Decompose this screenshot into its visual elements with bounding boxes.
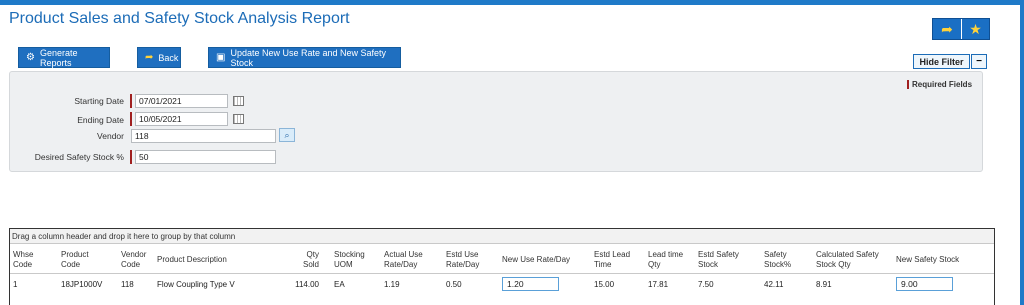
save-icon: ▣ — [216, 52, 226, 63]
starting-date-label: Starting Date — [74, 96, 124, 106]
back-label: Back — [158, 52, 179, 63]
cell-actual: 1.19 — [384, 280, 400, 289]
safety-stock-input[interactable]: 50 — [135, 150, 276, 164]
calendar-icon[interactable] — [233, 114, 244, 124]
cell-calc-safety: 8.91 — [816, 280, 832, 289]
col-header-desc[interactable]: Product Description — [157, 255, 277, 265]
row-divider — [10, 273, 994, 274]
cell-estd-safety: 7.50 — [698, 280, 714, 289]
generate-reports-button[interactable]: ⚙ Generate Reports — [18, 47, 110, 68]
col-header-uom[interactable]: Stocking UOM — [334, 250, 374, 270]
col-header-new-safety[interactable]: New Safety Stock — [896, 255, 976, 265]
required-marker — [130, 150, 132, 164]
search-icon[interactable]: ⌕ — [279, 128, 295, 142]
hide-filter-button[interactable]: Hide Filter — [913, 54, 970, 69]
generate-reports-label: Generate Reports — [39, 47, 78, 68]
back-button[interactable]: ➦ Back — [137, 47, 181, 68]
vendor-label: Vendor — [97, 131, 124, 141]
cell-estd-use: 0.50 — [446, 280, 462, 289]
ending-date-label: Ending Date — [77, 115, 124, 125]
col-header-actual[interactable]: Actual Use Rate/Day — [384, 250, 432, 270]
update-button[interactable]: ▣ Update New Use Rate and New Safety Sto… — [208, 47, 401, 68]
col-header-new-use[interactable]: New Use Rate/Day — [502, 255, 582, 265]
col-header-safety-pct[interactable]: Safety Stock% — [764, 250, 800, 270]
cell-uom: EA — [334, 280, 345, 289]
collapse-filter-button[interactable]: − — [971, 54, 987, 69]
required-marker — [130, 112, 132, 126]
new-use-rate-input[interactable]: 1.20 — [502, 277, 559, 291]
cell-product: 18JP1000V — [61, 280, 103, 289]
vendor-input[interactable]: 118 — [131, 129, 276, 143]
cell-estd-lead: 15.00 — [594, 280, 615, 289]
back-arrow-icon[interactable]: ➦ — [933, 19, 961, 39]
back-arrow-icon: ➦ — [145, 52, 154, 63]
required-marker — [130, 94, 132, 108]
calendar-icon[interactable] — [233, 96, 244, 106]
col-header-product[interactable]: Product Code — [61, 250, 101, 270]
starting-date-input[interactable]: 07/01/2021 — [135, 94, 228, 108]
cell-safety-pct: 42.11 — [764, 280, 784, 289]
cell-vendor: 118 — [121, 280, 134, 289]
col-header-estd-lead[interactable]: Estd Lead Time — [594, 250, 638, 270]
star-icon[interactable]: ★ — [960, 19, 989, 39]
col-header-estd-safety[interactable]: Estd Safety Stock — [698, 250, 746, 270]
quick-actions: ➦ ★ — [932, 18, 990, 40]
new-safety-stock-input[interactable]: 9.00 — [896, 277, 953, 291]
col-header-estd-use[interactable]: Estd Use Rate/Day — [446, 250, 490, 270]
cell-lead-qty: 17.81 — [648, 280, 669, 289]
safety-stock-label: Desired Safety Stock % — [34, 152, 124, 162]
required-fields-note: Required Fields — [907, 80, 972, 89]
cell-whse: 1 — [13, 280, 18, 289]
cell-desc: Flow Coupling Type V — [157, 280, 235, 289]
col-header-vendor[interactable]: Vendor Code — [121, 250, 157, 270]
col-header-qty[interactable]: Qty Sold — [297, 250, 319, 270]
page-title: Product Sales and Safety Stock Analysis … — [9, 10, 350, 27]
ending-date-input[interactable]: 10/05/2021 — [135, 112, 228, 126]
col-header-whse[interactable]: Whse Code — [13, 250, 43, 270]
results-grid: Drag a column header and drop it here to… — [9, 228, 995, 305]
col-header-calc-safety[interactable]: Calculated Safety Stock Qty — [816, 250, 888, 270]
report-gear-icon: ⚙ — [26, 52, 35, 63]
update-label: Update New Use Rate and New Safety Stock — [230, 47, 387, 68]
col-header-lead-qty[interactable]: Lead time Qty — [648, 250, 688, 270]
group-by-area[interactable]: Drag a column header and drop it here to… — [10, 229, 994, 244]
cell-qty: 114.00 — [295, 280, 319, 289]
